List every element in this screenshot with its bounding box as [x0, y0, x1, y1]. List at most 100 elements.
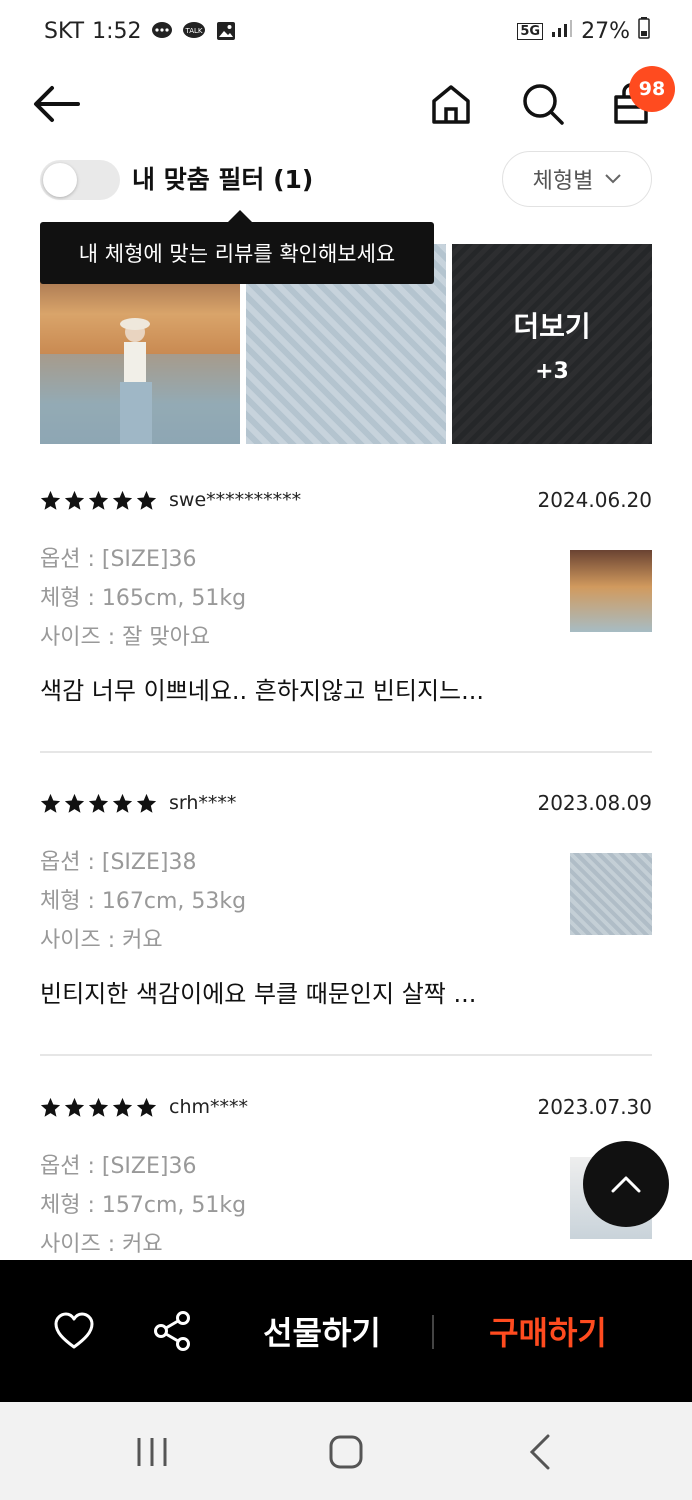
heart-icon: [54, 1312, 94, 1349]
review-option: 옵션 : [SIZE]38: [40, 850, 197, 875]
status-right: 5G 27%: [517, 17, 650, 45]
buy-button[interactable]: 구매하기: [478, 1308, 618, 1354]
back-arrow-icon: [34, 86, 80, 122]
review-body-type: 체형 : 157cm, 51kg: [40, 1193, 247, 1218]
chevron-left-icon: [529, 1434, 550, 1470]
star-rating: [40, 1097, 157, 1118]
divider: [40, 751, 652, 753]
star-icon: [64, 793, 85, 813]
review-body-type: 체형 : 167cm, 53kg: [40, 889, 247, 914]
signal-icon: [551, 18, 573, 44]
recent-apps-icon: [137, 1438, 167, 1466]
battery-icon: [638, 17, 650, 45]
chevron-up-icon: [611, 1176, 641, 1193]
review-date: 2023.07.30: [537, 1095, 652, 1119]
review-option: 옵션 : [SIZE]36: [40, 1154, 197, 1179]
home-system-button[interactable]: [324, 1430, 368, 1474]
clock: 1:52: [92, 18, 142, 44]
review-date: 2024.06.20: [537, 488, 652, 512]
carrier: SKT: [44, 18, 85, 44]
review-header: swe********** 2024.06.20: [40, 482, 652, 518]
star-icon: [40, 490, 61, 510]
filter-tooltip: 내 체형에 맞는 리뷰를 확인해보세요: [40, 210, 434, 284]
button-divider: [432, 1315, 434, 1349]
review-item[interactable]: swe********** 2024.06.20 옵션 : [SIZE]36 체…: [40, 482, 652, 706]
wishlist-button[interactable]: [52, 1309, 96, 1353]
status-bar: SKT 1:52 TALK 5G 27%: [0, 0, 692, 62]
review-date: 2023.08.09: [537, 791, 652, 815]
bottom-action-bar: 선물하기 구매하기: [0, 1260, 692, 1402]
system-nav-bar: [0, 1402, 692, 1500]
star-icon: [88, 490, 109, 510]
custom-filter-label: 내 맞춤 필터 (1): [132, 165, 314, 194]
star-icon: [40, 793, 61, 813]
star-icon: [88, 1097, 109, 1117]
gift-button[interactable]: 선물하기: [252, 1308, 392, 1354]
review-size-fit: 사이즈 : 커요: [40, 928, 163, 953]
star-icon: [88, 793, 109, 813]
toggle-knob: [43, 163, 77, 197]
svg-text:TALK: TALK: [184, 27, 202, 35]
back-button[interactable]: [32, 80, 80, 128]
share-button[interactable]: [150, 1309, 194, 1353]
star-icon: [136, 793, 157, 813]
reviewer-name: srh****: [169, 792, 237, 814]
more-photos-label: 더보기: [513, 309, 591, 343]
review-header: chm**** 2023.07.30: [40, 1089, 652, 1125]
star-icon: [40, 1097, 61, 1117]
star-rating: [40, 793, 157, 814]
status-left: SKT 1:52 TALK: [44, 19, 238, 44]
battery-level: 27%: [581, 18, 630, 44]
review-item[interactable]: chm**** 2023.07.30 옵션 : [SIZE]36 체형 : 15…: [40, 1089, 652, 1264]
more-photos-overlay: 더보기 +3: [452, 244, 652, 444]
star-icon: [112, 793, 133, 813]
star-icon: [136, 1097, 157, 1117]
star-rating: [40, 490, 157, 511]
review-size-fit: 사이즈 : 커요: [40, 1232, 163, 1257]
scroll-to-top-button[interactable]: [583, 1141, 669, 1227]
home-icon: [432, 85, 470, 124]
body-type-dropdown-label: 체형별: [532, 169, 594, 194]
search-icon: [523, 84, 564, 125]
cart-count-badge: 98: [629, 66, 675, 112]
body-type-dropdown[interactable]: 체형별: [502, 151, 652, 207]
review-thumbnail[interactable]: [570, 853, 652, 935]
cart-button[interactable]: 98: [607, 66, 675, 128]
star-icon: [136, 490, 157, 510]
home-button[interactable]: [427, 80, 475, 128]
network-icon: 5G: [517, 22, 544, 40]
filter-row: 내 맞춤 필터 (1) 체형별: [0, 148, 692, 212]
share-icon: [154, 1311, 190, 1351]
reviewer-name: chm****: [169, 1096, 248, 1118]
reviewer-name: swe**********: [169, 489, 302, 511]
review-header: srh**** 2023.08.09: [40, 785, 652, 821]
review-meta: 옵션 : [SIZE]36 체형 : 165cm, 51kg 사이즈 : 잘 맞…: [40, 540, 652, 657]
tooltip-text: 내 체형에 맞는 리뷰를 확인해보세요: [78, 242, 396, 266]
divider: [40, 1054, 652, 1056]
review-body-type: 체형 : 165cm, 51kg: [40, 586, 247, 611]
custom-filter-toggle[interactable]: [40, 160, 120, 200]
home-square-icon: [329, 1435, 363, 1469]
talk-notification-icon: TALK: [182, 20, 206, 42]
gallery-notification-icon: [214, 20, 238, 42]
review-meta: 옵션 : [SIZE]38 체형 : 167cm, 53kg 사이즈 : 커요: [40, 843, 652, 960]
star-icon: [112, 1097, 133, 1117]
system-back-button[interactable]: [518, 1430, 562, 1474]
star-icon: [64, 490, 85, 510]
top-nav: 98: [0, 62, 692, 148]
search-button[interactable]: [519, 80, 567, 128]
review-size-fit: 사이즈 : 잘 맞아요: [40, 625, 211, 650]
review-text: 색감 너무 이쁘네요.. 흔하지않고 빈티지느...: [40, 677, 485, 705]
more-photos-button[interactable]: 더보기 +3: [452, 244, 652, 444]
review-option: 옵션 : [SIZE]36: [40, 547, 197, 572]
chat-notification-icon: [150, 20, 174, 42]
star-icon: [64, 1097, 85, 1117]
star-icon: [112, 490, 133, 510]
review-meta: 옵션 : [SIZE]36 체형 : 157cm, 51kg 사이즈 : 커요: [40, 1147, 652, 1264]
chevron-down-icon: [605, 174, 622, 184]
more-photos-count: +3: [535, 358, 569, 384]
review-thumbnail[interactable]: [570, 550, 652, 632]
review-item[interactable]: srh**** 2023.08.09 옵션 : [SIZE]38 체형 : 16…: [40, 785, 652, 1009]
review-text: 빈티지한 색감이에요 부클 때문인지 살짝 ...: [40, 980, 477, 1008]
recent-apps-button[interactable]: [130, 1430, 174, 1474]
